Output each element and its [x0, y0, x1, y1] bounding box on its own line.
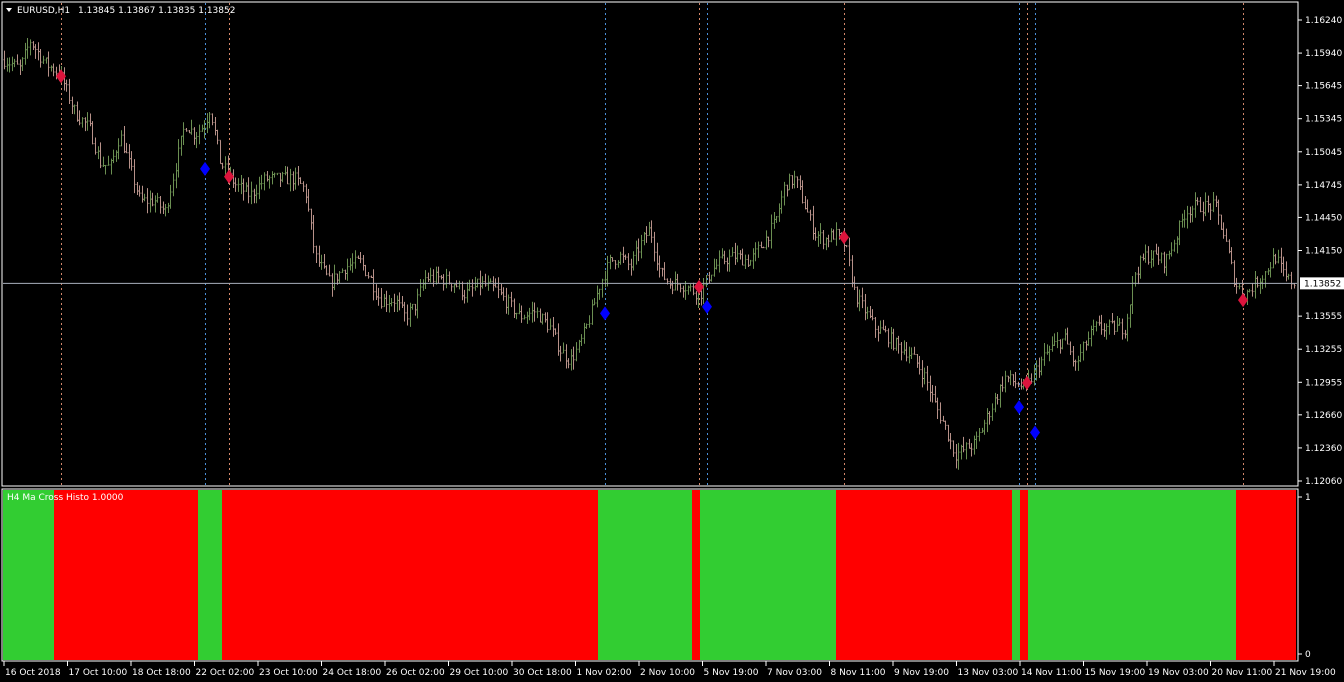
red-diamond-icon — [1238, 293, 1248, 308]
time-tick-label: 5 Nov 19:00 — [704, 668, 759, 678]
price-tick-label: 1.15940 — [1305, 49, 1342, 59]
price-bars — [3, 38, 1296, 470]
histogram-layer — [3, 490, 1296, 660]
main-chart-frame — [1, 1, 1299, 487]
price-tick-label: 1.14745 — [1305, 181, 1342, 191]
time-tick-label: 2 Nov 10:00 — [640, 668, 695, 678]
time-tick-label: 1 Nov 02:00 — [577, 668, 632, 678]
histogram-segment — [598, 490, 692, 660]
time-tick-label: 21 Nov 19:00 — [1275, 668, 1336, 678]
price-tick-label: 1.12360 — [1305, 444, 1342, 454]
time-tick-label: 29 Oct 10:00 — [450, 668, 509, 678]
histogram-segment — [692, 490, 700, 660]
price-tick-label: 1.16240 — [1305, 16, 1342, 26]
histogram-segment — [1028, 490, 1236, 660]
chart-window[interactable]: 1.16240 1.15940 1.15645 1.15345 1.15045 1.147… — [0, 0, 1344, 682]
indicator-title: H4 Ma Cross Histo 1.0000 — [7, 493, 124, 503]
time-tick-label: 22 Oct 02:00 — [196, 668, 255, 678]
histogram-segment — [198, 490, 222, 660]
indicator-tick-label-0: 0 — [1305, 650, 1311, 660]
symbol-timeframe: EURUSD,H1 — [17, 6, 70, 16]
price-tick-label: 1.14150 — [1305, 247, 1342, 257]
time-tick-label: 20 Nov 11:00 — [1212, 668, 1273, 678]
blue-diamond-icon — [600, 306, 610, 321]
time-tick-label: 8 Nov 11:00 — [831, 668, 886, 678]
price-axis: 1.16240 1.15940 1.15645 1.15345 1.15045 1.147… — [1298, 16, 1342, 487]
time-tick-label: 19 Nov 03:00 — [1148, 668, 1209, 678]
time-tick-label: 13 Nov 03:00 — [958, 668, 1019, 678]
indicator-tick-label-1: 1 — [1305, 493, 1311, 503]
time-tick-label: 24 Oct 18:00 — [323, 668, 382, 678]
time-tick-label: 15 Nov 19:00 — [1085, 668, 1146, 678]
time-tick-label: 9 Nov 19:00 — [894, 668, 949, 678]
time-tick-label: 18 Oct 18:00 — [132, 668, 191, 678]
price-tick-label: 1.12660 — [1305, 411, 1342, 421]
histogram-segment — [1020, 490, 1028, 660]
time-tick-label: 7 Nov 03:00 — [767, 668, 822, 678]
histogram-segment — [54, 490, 198, 660]
histogram-segment — [222, 490, 598, 660]
histogram-segment — [3, 490, 54, 660]
histogram-segment — [836, 490, 1012, 660]
price-tick-label: 1.13555 — [1305, 312, 1342, 322]
blue-diamond-icon — [200, 161, 210, 176]
price-tick-label: 1.13255 — [1305, 345, 1342, 355]
price-tick-label: 1.15045 — [1305, 148, 1342, 158]
price-tick-label: 1.15345 — [1305, 115, 1342, 125]
red-diamond-icon — [694, 279, 704, 294]
current-price-text: 1.13852 — [1304, 279, 1341, 289]
blue-diamond-icon — [1014, 400, 1024, 415]
price-tick-label: 1.12060 — [1305, 477, 1342, 487]
signal-markers — [56, 69, 1248, 440]
price-tick-label: 1.12955 — [1305, 378, 1342, 388]
time-tick-label: 16 Oct 2018 — [5, 668, 61, 678]
time-tick-label: 23 Oct 10:00 — [259, 668, 318, 678]
price-tick-label: 1.14450 — [1305, 213, 1342, 223]
histogram-segment — [1012, 490, 1020, 660]
time-tick-label: 17 Oct 10:00 — [69, 668, 128, 678]
current-price-label: 1.13852 — [1300, 277, 1344, 290]
signal-vlines — [61, 3, 1244, 486]
histogram-segment — [1236, 490, 1296, 660]
triangle-down-icon[interactable] — [6, 8, 12, 12]
time-tick-label: 14 Nov 11:00 — [1021, 668, 1082, 678]
time-axis: 16 Oct 2018 17 Oct 10:00 18 Oct 18:00 22 Oc… — [3, 661, 1336, 678]
histogram-segment — [700, 490, 836, 660]
blue-diamond-icon — [1030, 425, 1040, 440]
time-tick-label: 30 Oct 18:00 — [513, 668, 572, 678]
ohlc-readout: 1.13845 1.13867 1.13835 1.13852 — [78, 6, 235, 16]
price-tick-label: 1.15645 — [1305, 82, 1342, 92]
time-tick-label: 26 Oct 02:00 — [386, 668, 445, 678]
red-diamond-icon — [839, 230, 849, 245]
